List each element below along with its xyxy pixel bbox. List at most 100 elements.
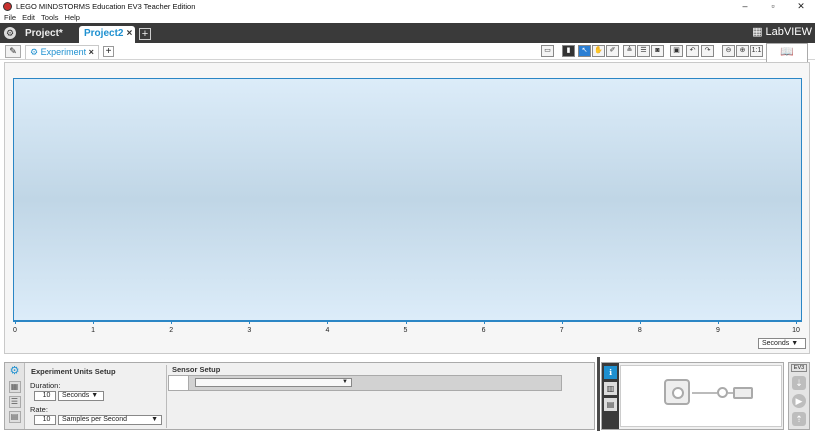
available-bricks-icon[interactable]: ▤ — [604, 398, 617, 411]
sensor-port-box[interactable] — [169, 376, 189, 390]
rate-unit-select[interactable]: Samples per Second ▼ — [58, 415, 162, 425]
sensor-select[interactable]: ▼ — [195, 378, 352, 387]
menu-tools[interactable]: Tools — [41, 13, 59, 22]
close-window-button[interactable]: ✕ — [787, 0, 815, 12]
redo-icon[interactable]: ↷ — [701, 45, 714, 57]
x-tick-mark — [327, 321, 329, 324]
brick-info-icon[interactable]: ℹ — [604, 366, 617, 379]
x-tick-mark — [405, 321, 407, 324]
sensor-setup-heading: Sensor Setup — [172, 365, 221, 374]
x-tick-label: 7 — [559, 327, 564, 334]
pan-tool-icon[interactable]: ✋ — [592, 45, 605, 57]
window-title: LEGO MINDSTORMS Education EV3 Teacher Ed… — [16, 1, 196, 11]
download-and-run-icon[interactable]: ▶ — [792, 394, 806, 408]
maximize-button[interactable]: ▫ — [759, 0, 787, 12]
x-tick-label: 0 — [13, 327, 17, 334]
tab-project-label: Project* — [25, 28, 63, 39]
rate-unit-value: Samples per Second — [62, 416, 127, 423]
camera-icon[interactable]: ◙ — [651, 45, 664, 57]
list-icon[interactable]: ☰ — [8, 396, 21, 408]
x-tick-label: 2 — [169, 327, 174, 334]
duration-unit-select[interactable]: Seconds ▼ — [58, 391, 104, 401]
add-project-button[interactable]: + — [139, 28, 151, 40]
hardware-tabs: ℹ ▥ ▤ — [602, 363, 619, 429]
wrench-icon[interactable]: ✎ — [5, 45, 21, 58]
zoom-out-icon[interactable]: ⊖ — [722, 45, 735, 57]
sensor-row: ▼ — [168, 375, 562, 391]
ev3-brick-icon — [664, 379, 690, 405]
x-tick-mark — [796, 321, 797, 324]
menu-help[interactable]: Help — [65, 13, 80, 22]
project-tab-bar: ⚙ Project* Project2 × + — [0, 23, 815, 43]
comment-icon[interactable]: ▭ — [541, 45, 554, 57]
ev3-controls: EV3 ⇣ ▶ ⇡ — [788, 362, 810, 430]
experiment-icon: ⚙ — [30, 47, 39, 57]
tab-project2-label: Project2 — [84, 28, 124, 39]
project-properties-icon[interactable]: ⚙ — [4, 27, 16, 39]
setup-gear-icon[interactable]: ⚙ — [9, 366, 21, 378]
x-tick-label: 5 — [403, 327, 408, 334]
x-axis — [13, 320, 802, 322]
connection-line — [692, 392, 717, 394]
hardware-view — [620, 365, 782, 427]
menu-edit[interactable]: Edit — [22, 13, 35, 22]
panel-divider[interactable] — [597, 357, 600, 431]
duration-input[interactable]: 10 — [34, 391, 56, 401]
chevron-down-icon: ▼ — [791, 340, 799, 347]
port-view-icon[interactable]: ▥ — [604, 382, 617, 395]
rate-label: Rate: — [30, 405, 48, 414]
grid-icon[interactable]: ▦ — [8, 381, 21, 393]
x-tick-mark — [561, 321, 563, 324]
chevron-down-icon: ▼ — [342, 379, 348, 385]
x-tick-mark — [15, 321, 16, 324]
hardware-page: ℹ ▥ ▤ — [601, 362, 784, 430]
title-bar: LEGO MINDSTORMS Education EV3 Teacher Ed… — [0, 0, 815, 12]
x-tick-label: 1 — [91, 327, 96, 334]
add-experiment-button[interactable]: + — [103, 46, 114, 57]
x-tick-mark — [249, 321, 251, 324]
download-icon[interactable]: ⇣ — [792, 376, 806, 390]
units-value: Seconds — [762, 340, 790, 347]
tab-project[interactable]: Project* — [20, 26, 77, 43]
x-tick-mark — [639, 321, 641, 324]
graph-area[interactable] — [13, 78, 802, 321]
zoom-reset-button[interactable]: 1:1 — [750, 45, 763, 57]
x-tick-mark — [717, 321, 719, 324]
duration-unit-value: Seconds — [62, 392, 90, 399]
experiment-units-heading: Experiment Units Setup — [31, 367, 116, 376]
x-tick-label: 10 — [792, 327, 800, 334]
rate-input[interactable]: 10 — [34, 415, 56, 425]
close-experiment-icon[interactable]: × — [89, 47, 94, 57]
close-tab-icon[interactable]: × — [126, 28, 132, 39]
labview-logo: ▦ LabVIEW — [752, 26, 812, 38]
labview-label: LabVIEW — [765, 26, 812, 38]
x-tick-label: 4 — [325, 327, 330, 334]
tab-experiment[interactable]: ⚙ Experiment × — [25, 45, 99, 59]
duration-label: Duration: — [30, 381, 61, 390]
setup-side-icons: ⚙ ▦ ☰ ▤ — [5, 363, 25, 429]
x-tick-label: 8 — [637, 327, 642, 334]
x-tick-label: 3 — [247, 327, 252, 334]
app-logo-icon — [3, 1, 12, 11]
pointer-tool-icon[interactable]: ↖ — [578, 45, 591, 57]
minimize-button[interactable]: – — [731, 0, 759, 12]
x-tick-mark — [171, 321, 173, 324]
marker-tool-icon[interactable]: ✐ — [606, 45, 619, 57]
align-icon[interactable]: ≜ — [623, 45, 636, 57]
table-icon[interactable]: ▤ — [8, 411, 21, 423]
content-editor-icon[interactable]: ▮ — [562, 45, 575, 57]
connection-node-icon — [717, 387, 728, 398]
lobby-book-icon[interactable]: 📖 — [766, 43, 808, 62]
x-tick-label: 9 — [715, 327, 720, 334]
undo-icon[interactable]: ↶ — [686, 45, 699, 57]
run-selected-icon[interactable]: ⇡ — [792, 412, 806, 426]
x-tick-mark — [483, 321, 485, 324]
menu-file[interactable]: File — [4, 13, 16, 22]
graph-panel: 0 1 2 3 4 5 6 7 8 9 10 Seconds ▼ — [4, 62, 810, 354]
menu-bar: File Edit Tools Help — [0, 12, 815, 23]
tab-project2[interactable]: Project2 × — [79, 26, 135, 43]
units-select[interactable]: Seconds ▼ — [758, 338, 806, 349]
zoom-in-icon[interactable]: ⊕ — [736, 45, 749, 57]
data-table-icon[interactable]: ☰ — [637, 45, 650, 57]
save-icon[interactable]: ▣ — [670, 45, 683, 57]
